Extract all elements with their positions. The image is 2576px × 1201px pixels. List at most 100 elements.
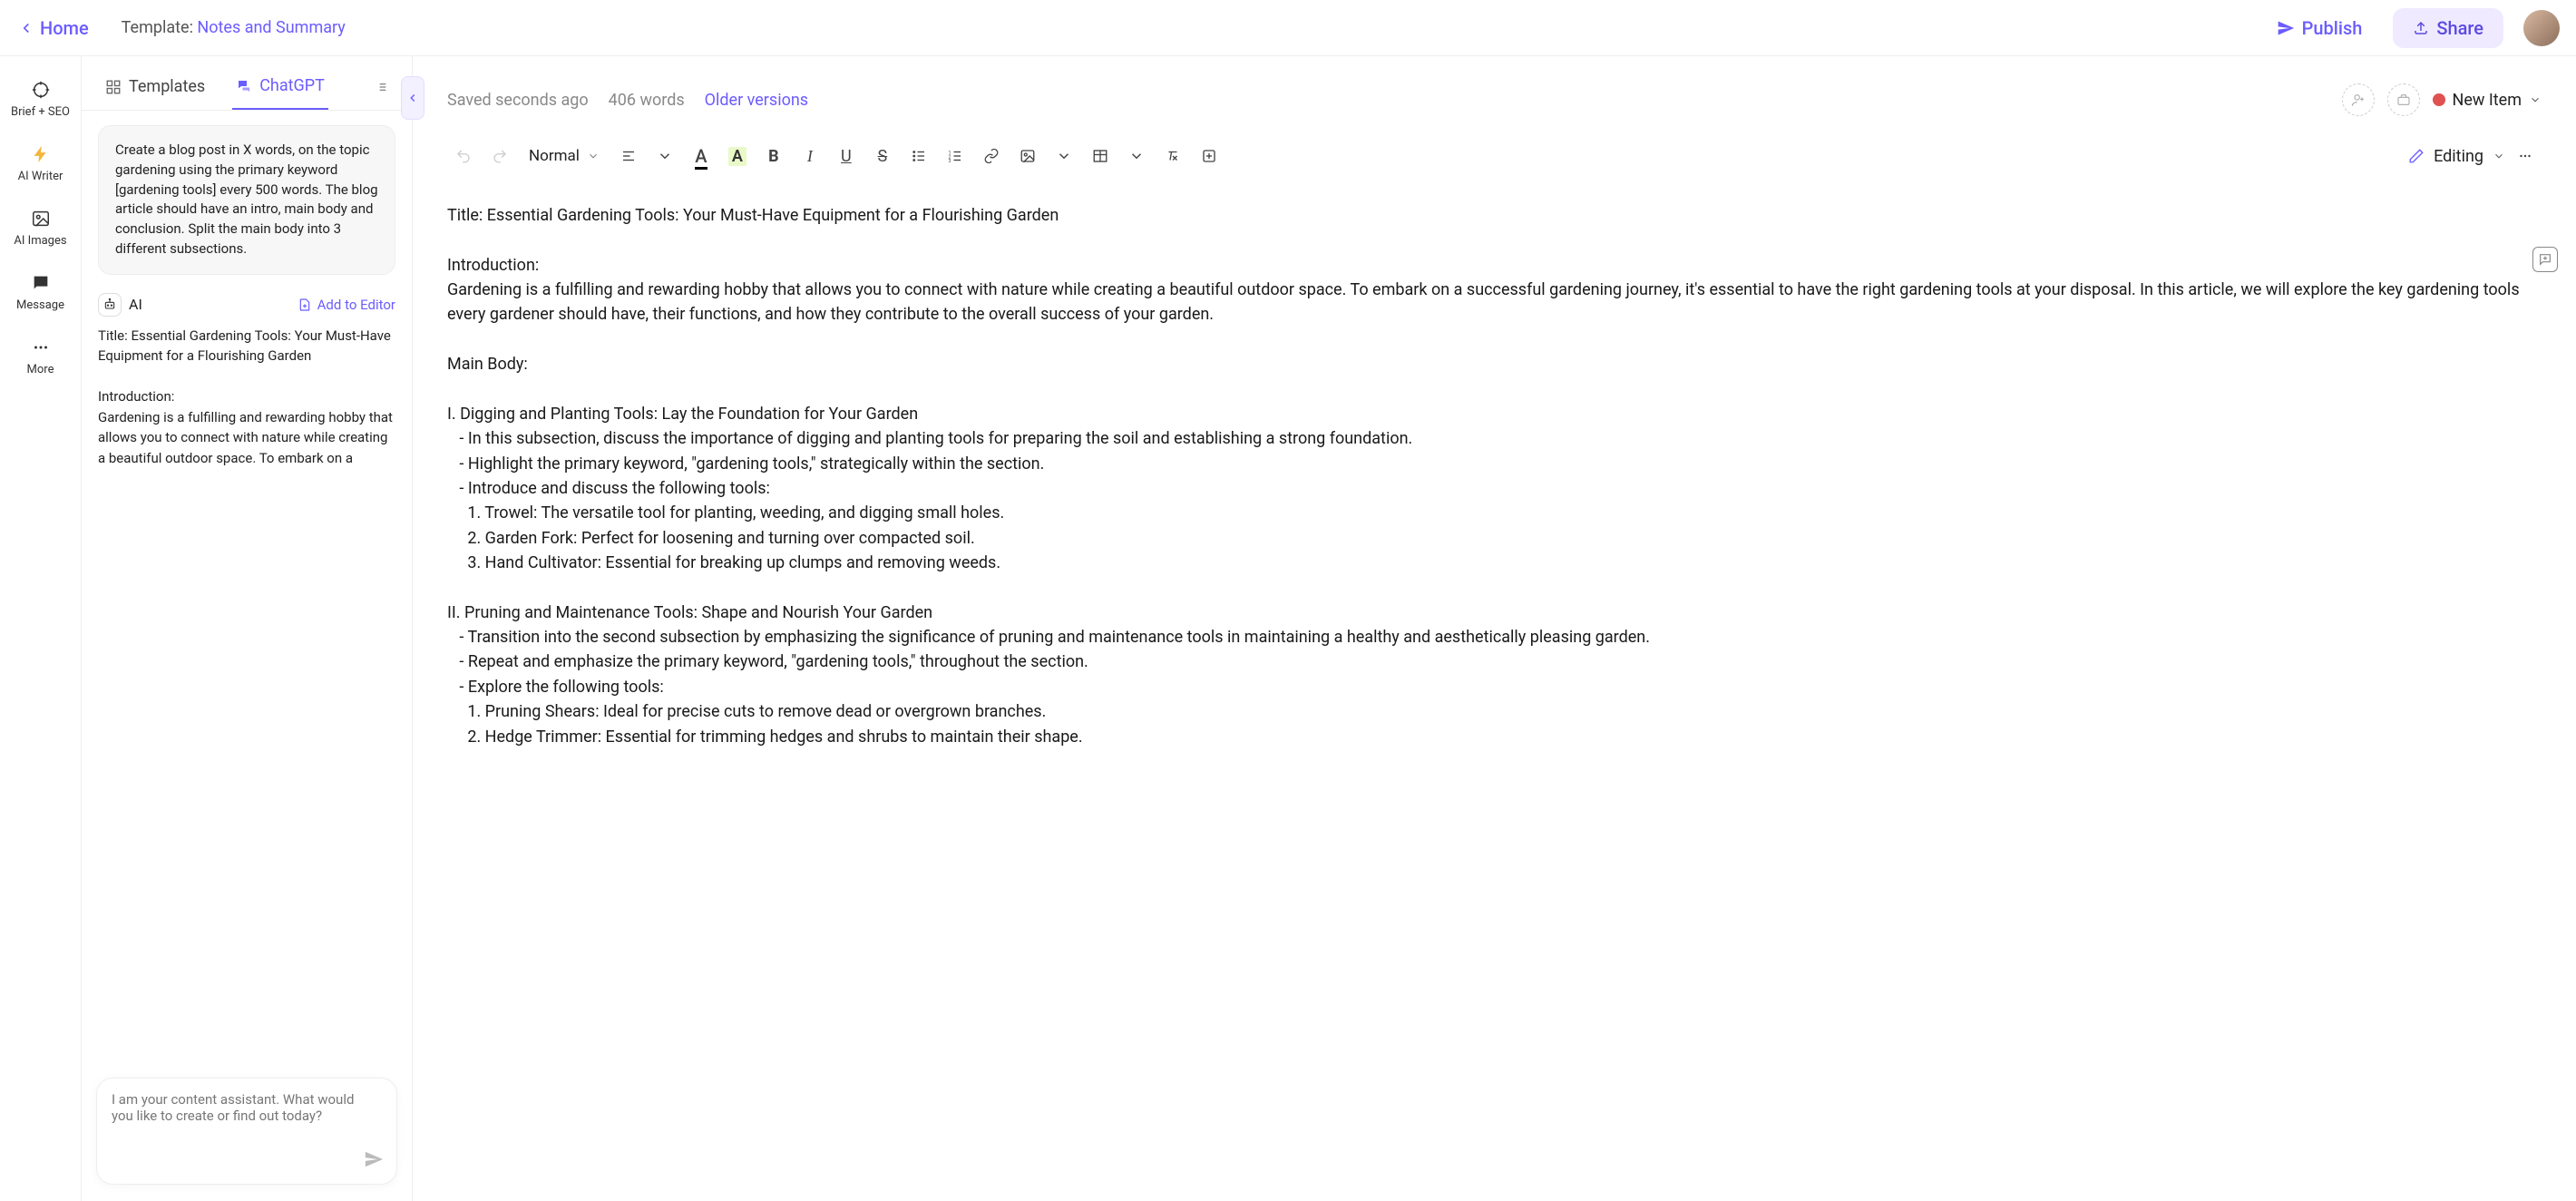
table-dropdown[interactable] xyxy=(1120,140,1153,172)
chevron-down-icon xyxy=(587,150,600,162)
upload-icon xyxy=(2413,20,2429,36)
bold-icon: B xyxy=(768,147,779,166)
chevron-left-icon xyxy=(18,20,34,36)
link-icon xyxy=(983,148,1000,164)
panel-menu-button[interactable] xyxy=(377,80,392,98)
redo-button[interactable] xyxy=(483,140,516,172)
image-icon xyxy=(1020,148,1036,164)
link-button[interactable] xyxy=(975,140,1008,172)
highlight-icon: A xyxy=(728,147,746,166)
more-toolbar-button[interactable] xyxy=(2509,140,2542,172)
list-icon xyxy=(911,148,927,164)
chevron-down-icon xyxy=(657,148,673,164)
bold-button[interactable]: B xyxy=(757,140,790,172)
send-button[interactable] xyxy=(364,1149,384,1173)
image-button[interactable] xyxy=(1011,140,1044,172)
strike-button[interactable]: S xyxy=(866,140,899,172)
robot-icon xyxy=(98,293,122,317)
chat-bubbles-icon xyxy=(236,78,252,94)
text-color-button[interactable]: A xyxy=(685,140,717,172)
add-comment-button[interactable] xyxy=(2532,247,2558,272)
text-color-icon: A xyxy=(695,145,707,167)
table-icon xyxy=(1092,148,1108,164)
saved-status: Saved seconds ago xyxy=(447,91,589,110)
briefcase-icon xyxy=(2396,93,2411,107)
menu-icon xyxy=(377,80,392,94)
tab-label: Templates xyxy=(129,77,205,96)
tab-chatgpt[interactable]: ChatGPT xyxy=(232,67,328,110)
chevron-down-icon xyxy=(1056,148,1072,164)
tab-label: ChatGPT xyxy=(259,76,325,95)
share-label: Share xyxy=(2436,17,2483,39)
bullet-list-button[interactable] xyxy=(903,140,935,172)
rail-label: AI Writer xyxy=(18,170,63,183)
align-button[interactable] xyxy=(612,140,645,172)
publish-label: Publish xyxy=(2302,17,2363,39)
italic-icon: I xyxy=(807,147,813,166)
avatar[interactable] xyxy=(2523,10,2560,46)
svg-text:3: 3 xyxy=(948,159,951,164)
rail-label: Message xyxy=(16,298,64,312)
italic-button[interactable]: I xyxy=(794,140,826,172)
plus-square-icon xyxy=(1201,148,1217,164)
underline-icon: U xyxy=(841,147,852,166)
rail-label: Brief + SEO xyxy=(11,105,70,119)
strike-icon: S xyxy=(878,147,888,166)
add-collaborator-button[interactable] xyxy=(2342,83,2375,116)
add-to-editor-button[interactable]: Add to Editor xyxy=(298,297,395,313)
redo-icon xyxy=(492,148,508,164)
template-prefix: Template: xyxy=(122,18,198,37)
rail-ai-writer[interactable]: AI Writer xyxy=(0,132,81,196)
align-dropdown[interactable] xyxy=(649,140,681,172)
assign-button[interactable] xyxy=(2387,83,2420,116)
share-button[interactable]: Share xyxy=(2393,8,2503,48)
editing-mode-select[interactable]: Editing xyxy=(2408,147,2505,166)
align-left-icon xyxy=(620,148,637,164)
chat-placeholder: I am your content assistant. What would … xyxy=(112,1091,354,1124)
chevron-down-icon xyxy=(2493,150,2505,162)
image-icon xyxy=(31,209,51,229)
new-item-label: New Item xyxy=(2453,91,2522,110)
document-body[interactable]: Title: Essential Gardening Tools: Your M… xyxy=(447,180,2542,786)
grid-icon xyxy=(105,79,122,95)
paragraph-style-select[interactable]: Normal xyxy=(520,147,609,165)
left-rail: Brief + SEO AI Writer AI Images Message … xyxy=(0,56,82,1201)
home-link[interactable]: Home xyxy=(9,12,98,44)
publish-button[interactable]: Publish xyxy=(2266,12,2374,44)
underline-button[interactable]: U xyxy=(830,140,863,172)
ai-message: Title: Essential Gardening Tools: Your M… xyxy=(98,326,395,469)
pencil-icon xyxy=(2408,148,2425,164)
rail-label: More xyxy=(27,363,54,376)
comment-plus-icon xyxy=(2538,252,2552,267)
chat-input[interactable]: I am your content assistant. What would … xyxy=(96,1078,397,1185)
style-label: Normal xyxy=(529,147,580,165)
user-plus-icon xyxy=(2351,93,2366,107)
mode-label: Editing xyxy=(2434,147,2483,166)
ai-label: AI xyxy=(129,296,142,313)
rail-label: AI Images xyxy=(14,234,66,248)
send-icon xyxy=(2277,19,2295,37)
clear-format-icon xyxy=(1165,148,1181,164)
table-button[interactable] xyxy=(1084,140,1117,172)
template-breadcrumb[interactable]: Template: Notes and Summary xyxy=(122,18,346,37)
undo-button[interactable] xyxy=(447,140,480,172)
new-item-status[interactable]: New Item xyxy=(2433,91,2542,110)
rail-ai-images[interactable]: AI Images xyxy=(0,196,81,260)
rail-brief-seo[interactable]: Brief + SEO xyxy=(0,67,81,132)
dots-icon xyxy=(31,337,51,357)
editor-toolbar: Normal A A B I U S 123 Editing xyxy=(447,132,2542,180)
undo-icon xyxy=(455,148,472,164)
older-versions-link[interactable]: Older versions xyxy=(705,91,808,110)
numbered-list-button[interactable]: 123 xyxy=(939,140,971,172)
clear-format-button[interactable] xyxy=(1156,140,1189,172)
rail-more[interactable]: More xyxy=(0,325,81,389)
insert-button[interactable] xyxy=(1193,140,1225,172)
highlight-button[interactable]: A xyxy=(721,140,754,172)
rail-message[interactable]: Message xyxy=(0,260,81,325)
template-name: Notes and Summary xyxy=(197,18,345,37)
chevron-down-icon xyxy=(2529,93,2542,106)
chat-icon xyxy=(31,273,51,293)
image-dropdown[interactable] xyxy=(1048,140,1080,172)
ai-badge: AI xyxy=(98,293,142,317)
tab-templates[interactable]: Templates xyxy=(102,68,209,109)
